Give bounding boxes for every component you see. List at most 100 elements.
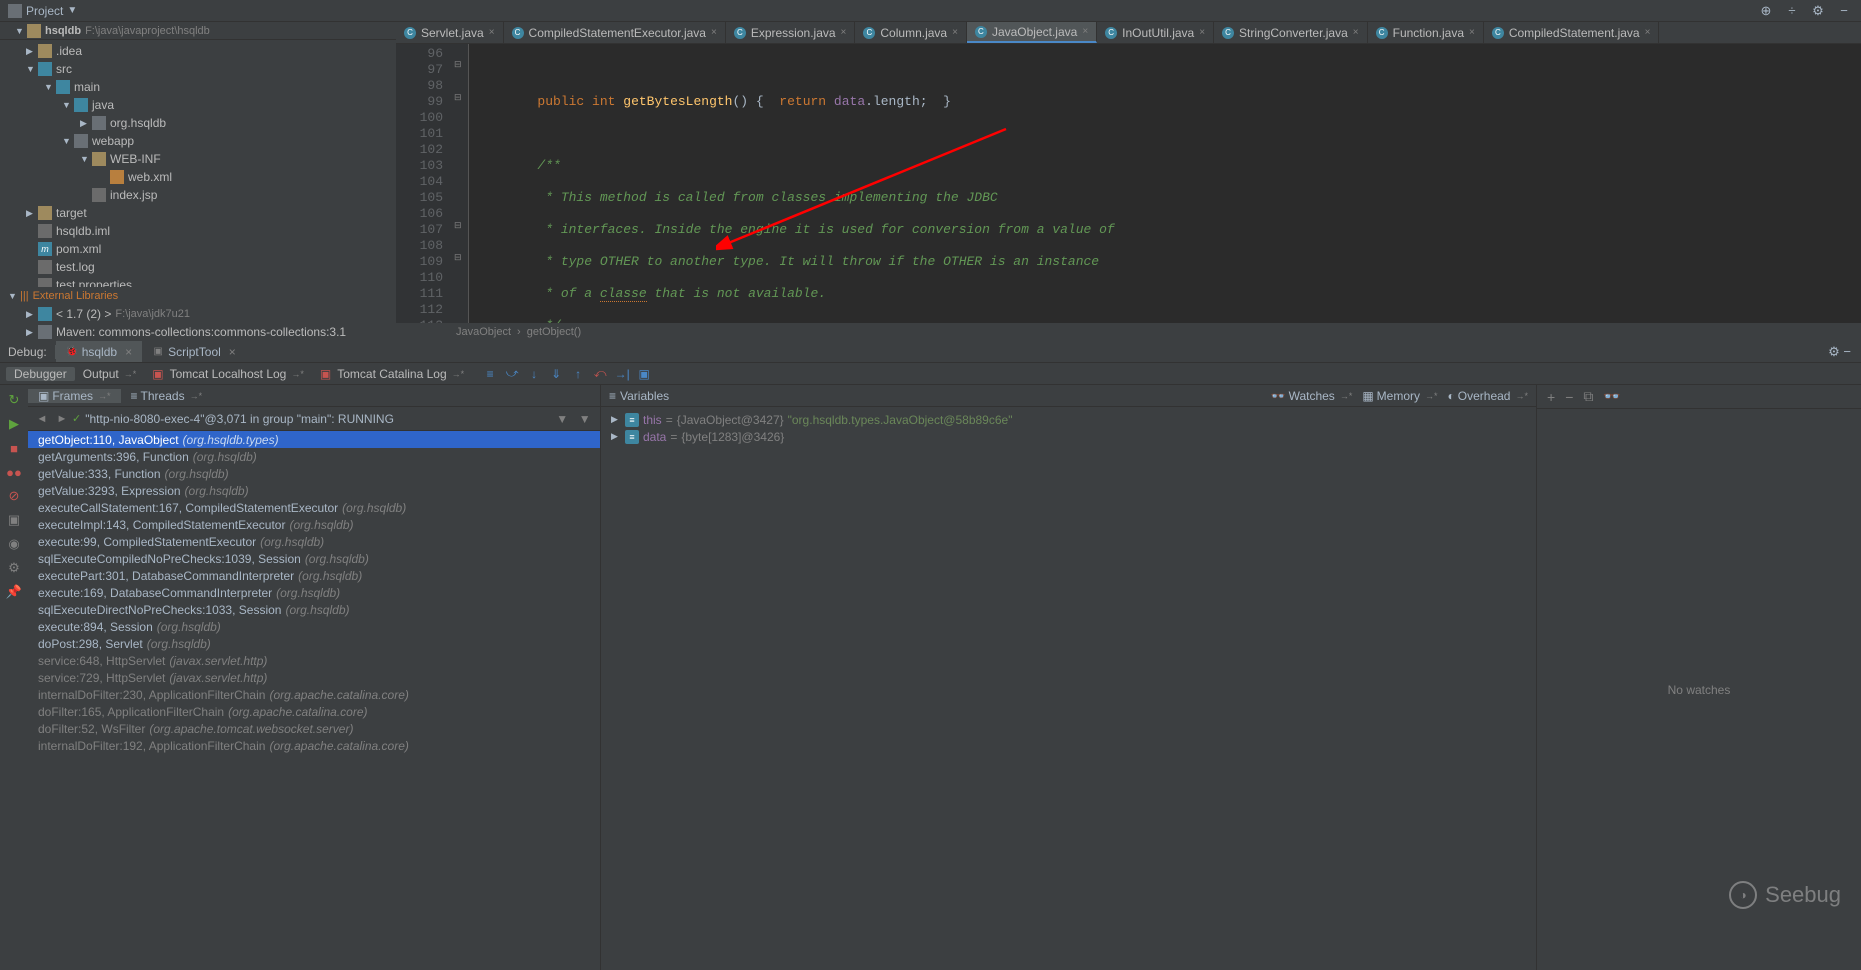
- chevron-right-icon[interactable]: ▶: [26, 309, 36, 320]
- fold-icon[interactable]: ⊟: [454, 253, 462, 263]
- editor-tab[interactable]: CFunction.java×: [1368, 22, 1484, 43]
- stack-frame[interactable]: getArguments:396, Function(org.hsqldb): [28, 448, 600, 465]
- stack-frame[interactable]: doFilter:52, WsFilter(org.apache.tomcat.…: [28, 720, 600, 737]
- chevron-right-icon[interactable]: ▶: [26, 46, 36, 57]
- tree-node[interactable]: ▼java: [0, 96, 396, 114]
- step-out-icon[interactable]: ↑: [568, 365, 588, 383]
- editor-breadcrumbs[interactable]: JavaObject › getObject(): [396, 323, 1861, 341]
- stack-frame[interactable]: getObject:110, JavaObject(org.hsqldb.typ…: [28, 431, 600, 448]
- fold-icon[interactable]: ⊟: [454, 60, 462, 70]
- stop-icon[interactable]: ■: [5, 439, 23, 457]
- editor-tab[interactable]: CCompiledStatement.java×: [1484, 22, 1660, 43]
- settings-icon[interactable]: ⚙: [5, 559, 23, 577]
- gear-icon[interactable]: ⚙: [1811, 4, 1825, 18]
- project-root-row[interactable]: ▼ hsqldb F:\java\javaproject\hsqldb: [0, 22, 396, 40]
- show-exec-point-icon[interactable]: ≡: [480, 365, 500, 383]
- thread-selector[interactable]: ◄ ► ✓ "http-nio-8080-exec-4"@3,071 in gr…: [28, 407, 600, 431]
- stack-frame[interactable]: service:729, HttpServlet(javax.servlet.h…: [28, 669, 600, 686]
- editor-tab[interactable]: CInOutUtil.java×: [1097, 22, 1214, 43]
- stack-frame[interactable]: executeCallStatement:167, CompiledStatem…: [28, 499, 600, 516]
- fold-icon[interactable]: ⊟: [454, 221, 462, 231]
- editor-tab[interactable]: CCompiledStatementExecutor.java×: [504, 22, 726, 43]
- expand-icon[interactable]: ÷: [1785, 4, 1799, 18]
- step-over-icon[interactable]: ⤻: [502, 365, 522, 383]
- tree-node[interactable]: ▶target: [0, 204, 396, 222]
- stack-frame[interactable]: service:648, HttpServlet(javax.servlet.h…: [28, 652, 600, 669]
- resume-icon[interactable]: ▶: [5, 415, 23, 433]
- step-into-icon[interactable]: ↓: [524, 365, 544, 383]
- breakpoints-icon[interactable]: ●●: [5, 463, 23, 481]
- stack-frame[interactable]: execute:99, CompiledStatementExecutor(or…: [28, 533, 600, 550]
- watches-tab[interactable]: 👓Watches→*: [1271, 389, 1353, 403]
- frames-tab[interactable]: ▣Frames→*: [28, 389, 121, 403]
- memory-tab[interactable]: ▦Memory→*: [1362, 389, 1437, 403]
- view-mode-icon[interactable]: 👓: [1603, 388, 1620, 405]
- stack-frame[interactable]: execute:894, Session(org.hsqldb): [28, 618, 600, 635]
- stack-frame[interactable]: executePart:301, DatabaseCommandInterpre…: [28, 567, 600, 584]
- chevron-down-icon[interactable]: ▼: [44, 82, 54, 92]
- variable-row[interactable]: ▶≡data = {byte[1283]@3426}: [601, 428, 1536, 445]
- editor-tab[interactable]: CServlet.java×: [396, 22, 504, 43]
- close-icon[interactable]: ×: [1199, 27, 1205, 38]
- gear-icon[interactable]: ⚙ −: [1828, 344, 1861, 360]
- editor-tab[interactable]: CColumn.java×: [855, 22, 967, 43]
- mute-bp-icon[interactable]: ⊘: [5, 487, 23, 505]
- chevron-down-icon[interactable]: ▼: [62, 136, 72, 146]
- run-to-cursor-icon[interactable]: →|: [612, 365, 632, 383]
- tree-node[interactable]: ▼main: [0, 78, 396, 96]
- close-icon[interactable]: ×: [125, 345, 132, 359]
- stack-frame[interactable]: execute:169, DatabaseCommandInterpreter(…: [28, 584, 600, 601]
- rerun-icon[interactable]: ↻: [5, 391, 23, 409]
- close-icon[interactable]: ×: [1645, 27, 1651, 38]
- dropdown-icon[interactable]: ▼: [556, 412, 568, 426]
- next-icon[interactable]: ►: [52, 413, 72, 425]
- tab-debugger[interactable]: Debugger: [6, 367, 75, 381]
- overhead-tab[interactable]: ◐Overhead→*: [1448, 389, 1528, 403]
- tree-node[interactable]: ▼webapp: [0, 132, 396, 150]
- prev-icon[interactable]: ◄: [32, 413, 52, 425]
- close-icon[interactable]: ×: [952, 27, 958, 38]
- close-icon[interactable]: ×: [229, 345, 236, 359]
- force-step-into-icon[interactable]: ⇓: [546, 365, 566, 383]
- frames-list[interactable]: getObject:110, JavaObject(org.hsqldb.typ…: [28, 431, 600, 970]
- external-libraries-node[interactable]: ▼ ||| External Libraries: [0, 287, 396, 305]
- tool-tab[interactable]: ▣ ScriptTool ×: [142, 341, 246, 362]
- stack-frame[interactable]: executeImpl:143, CompiledStatementExecut…: [28, 516, 600, 533]
- chevron-down-icon[interactable]: ▼: [15, 26, 25, 36]
- duplicate-icon[interactable]: ⧉: [1583, 388, 1593, 405]
- stack-frame[interactable]: sqlExecuteCompiledNoPreChecks:1039, Sess…: [28, 550, 600, 567]
- fold-icon[interactable]: ⊟: [454, 93, 462, 103]
- chevron-right-icon[interactable]: ▶: [26, 208, 36, 219]
- tab-tomcat-localhost[interactable]: ▣Tomcat Localhost Log→*: [144, 367, 312, 381]
- close-icon[interactable]: ×: [711, 27, 717, 38]
- stack-frame[interactable]: doFilter:165, ApplicationFilterChain(org…: [28, 703, 600, 720]
- code-area[interactable]: public int getBytesLength() { return dat…: [469, 44, 1861, 323]
- close-icon[interactable]: ×: [489, 27, 495, 38]
- tree-node[interactable]: test.properties: [0, 276, 396, 287]
- close-icon[interactable]: ×: [841, 27, 847, 38]
- chevron-right-icon[interactable]: ▶: [80, 118, 90, 129]
- tab-tomcat-catalina[interactable]: ▣Tomcat Catalina Log→*: [312, 367, 472, 381]
- layout-icon[interactable]: ▣: [5, 511, 23, 529]
- tree-node[interactable]: ▶org.hsqldb: [0, 114, 396, 132]
- tree-node[interactable]: ▶.idea: [0, 42, 396, 60]
- editor-tab[interactable]: CJavaObject.java×: [967, 22, 1097, 43]
- tree-node[interactable]: hsqldb.iml: [0, 222, 396, 240]
- stack-frame[interactable]: sqlExecuteDirectNoPreChecks:1033, Sessio…: [28, 601, 600, 618]
- target-icon[interactable]: ⊕: [1759, 4, 1773, 18]
- filter-icon[interactable]: ▼: [579, 412, 591, 426]
- add-watch-icon[interactable]: +: [1547, 389, 1555, 405]
- crumb-class[interactable]: JavaObject: [456, 326, 511, 338]
- remove-watch-icon[interactable]: −: [1565, 389, 1573, 405]
- chevron-right-icon[interactable]: ▶: [611, 414, 621, 425]
- threads-tab[interactable]: ≡Threads→*: [121, 389, 213, 403]
- chevron-down-icon[interactable]: ▼: [80, 154, 90, 164]
- chevron-down-icon[interactable]: ▼: [8, 291, 18, 301]
- chevron-right-icon[interactable]: ▶: [26, 327, 36, 338]
- tree-node[interactable]: test.log: [0, 258, 396, 276]
- chevron-down-icon[interactable]: ▼: [26, 64, 36, 74]
- pin-icon[interactable]: 📌: [5, 583, 23, 601]
- camera-icon[interactable]: ◉: [5, 535, 23, 553]
- chevron-down-icon[interactable]: ▼: [62, 100, 72, 110]
- tree-node[interactable]: ▼src: [0, 60, 396, 78]
